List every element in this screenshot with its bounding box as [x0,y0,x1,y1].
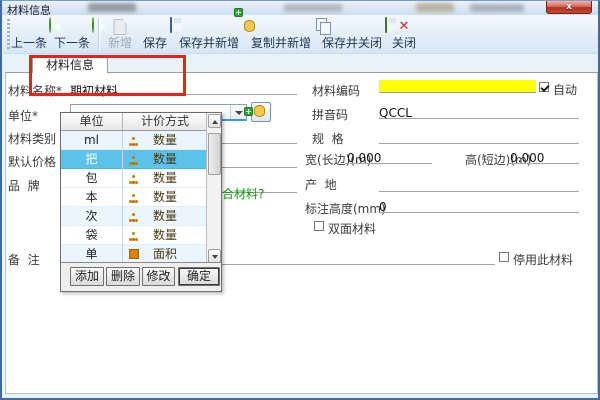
unit-dropdown-panel: 单位 计价方式 ml 数量 把 数量 包 数量 本 数量 次 数量 袋 数量 单… [60,112,222,292]
unit-row[interactable]: ml 数量 [61,131,206,150]
scrollbar-thumb[interactable] [208,133,221,175]
next-button[interactable]: 下一条 [51,16,93,53]
copy-and-new-button[interactable]: 复制并新增 [247,16,315,53]
material-info-dialog: 材料信息 x 上一条 下一条 新增 保存 + 保存并新增 复制并新增 保存并关闭… [0,0,600,400]
price-label: 默认价格 [8,153,56,170]
disable-material-checkbox[interactable] [499,252,509,262]
auto-checkbox[interactable] [539,82,549,92]
unit-row[interactable]: 本 数量 [61,188,206,207]
pricing-method-column-header: 计价方式 [124,113,206,130]
height-input[interactable]: 0.000 [507,151,579,164]
disable-material-label: 停用此材料 [513,251,573,268]
auto-label: 自动 [553,81,577,98]
pinyin-label: 拼音码 [312,106,348,123]
titlebar-blur-blob [470,4,524,12]
unit-row[interactable]: 次 数量 [61,207,206,226]
window-close-button[interactable]: x [546,1,592,14]
unit-row[interactable]: 包 数量 [61,169,206,188]
spec-label: 规 格 [312,130,344,147]
quantity-dots-icon [132,213,135,216]
dd-delete-button[interactable]: 删除 [106,267,140,286]
title-bar: 材料信息 x [2,1,598,15]
brand-label: 品 牌 [8,177,40,194]
arrow-right-circle-icon [92,17,94,33]
red-annotation-rectangle [29,55,186,96]
origin-label: 产 地 [305,176,337,193]
toolbar-separator [98,18,99,50]
mark-height-input[interactable]: 0 [379,200,579,213]
double-sided-checkbox[interactable] [314,221,324,231]
save-button[interactable]: 保存 [139,16,171,53]
quantity-dots-icon [132,137,135,140]
unit-dropdown-header: 单位 计价方式 [61,113,206,131]
unit-row[interactable]: 袋 数量 [61,226,206,245]
toolbar: 上一条 下一条 新增 保存 + 保存并新增 复制并新增 保存并关闭 ✕ 关闭 [3,15,599,54]
width-input[interactable]: 0.000 [345,151,432,164]
code-input[interactable] [379,80,536,93]
scroll-up-icon[interactable] [208,114,221,128]
save-and-close-button[interactable]: 保存并关闭 [318,16,386,53]
dd-modify-button[interactable]: 修改 [142,267,175,286]
titlebar-blur-blob [416,3,454,12]
origin-input[interactable] [379,179,579,192]
unit-add-button[interactable]: + [251,102,271,122]
dd-ok-button[interactable]: 确定 [178,267,220,286]
titlebar-blur-blob [284,4,342,12]
quantity-dots-icon [132,194,135,197]
dd-add-button[interactable]: 添加 [70,267,104,286]
prev-button[interactable]: 上一条 [8,16,50,53]
remark-label: 备 注 [8,251,40,268]
quantity-dots-icon [132,232,135,235]
spec-input[interactable] [379,131,579,144]
pinyin-input[interactable]: QCCL [379,106,579,119]
unit-dropdown-footer: 添加删除修改确定 [61,262,221,291]
titlebar-blur-blob [88,3,136,12]
unit-label: 单位* [8,107,38,124]
scroll-down-icon[interactable] [208,249,221,263]
area-square-icon [129,249,139,259]
unit-row[interactable]: 把 数量 [61,150,206,169]
quantity-dots-icon [132,156,135,159]
floppy-icon [170,17,172,33]
new-document-icon [114,19,127,35]
close-button[interactable]: ✕ 关闭 [389,16,419,53]
scrollbar[interactable] [206,113,221,264]
double-sided-label: 双面材料 [328,220,376,237]
new-button: 新增 [105,16,135,53]
quantity-dots-icon [132,175,135,178]
save-and-new-button[interactable]: + 保存并新增 [175,16,243,53]
category-label: 材料类别 [8,130,56,147]
green-floppy-icon [385,17,387,33]
window-title: 材料信息 [7,2,51,15]
unit-column-header: 单位 [61,113,123,130]
mark-height-label: 标注高度(mm) [305,200,386,217]
code-label: 材料编码 [312,82,360,99]
